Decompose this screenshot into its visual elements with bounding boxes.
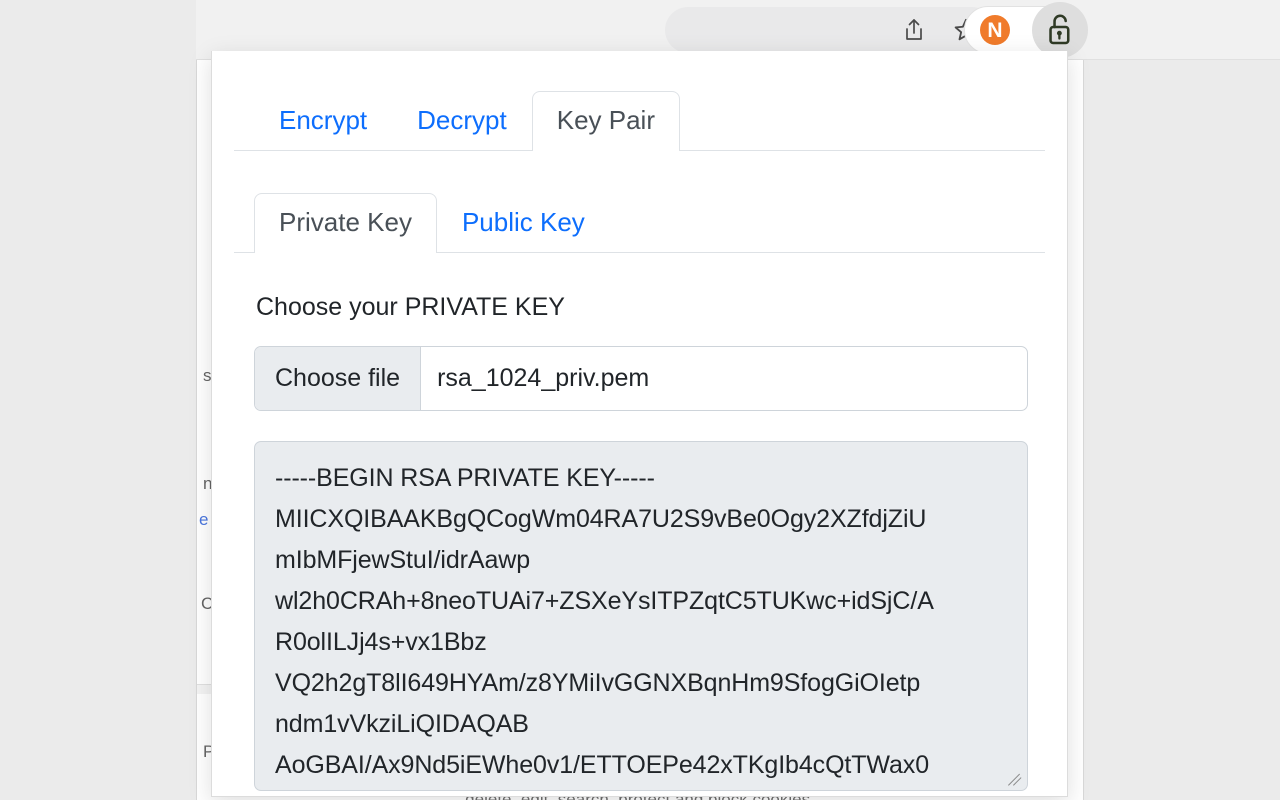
key-line: R0olILJj4s+vx1Bbz <box>275 628 487 656</box>
background-link-fragment[interactable]: e <box>199 510 208 530</box>
tab-public-key[interactable]: Public Key <box>437 193 610 252</box>
omnibox-trailing-actions <box>665 7 995 53</box>
private-key-textarea[interactable]: -----BEGIN RSA PRIVATE KEY----- MIICXQIB… <box>254 441 1028 791</box>
norton-extension-icon[interactable]: N <box>979 14 1011 46</box>
private-key-panel: Choose your PRIVATE KEY Choose file rsa_… <box>234 293 1045 791</box>
share-icon[interactable] <box>899 15 929 45</box>
tab-encrypt[interactable]: Encrypt <box>254 91 392 150</box>
selected-file-name: rsa_1024_priv.pem <box>437 364 650 392</box>
key-line: AoGBAI/Ax9Nd5iEWhe0v1/ETTOEPe42xTKgIb4cQ… <box>275 751 930 779</box>
tab-private-key[interactable]: Private Key <box>254 193 437 253</box>
popup-content: Encrypt Decrypt Key Pair Private Key Pub… <box>212 51 1067 791</box>
key-line: mIbMFjewStuI/idrAawp <box>275 546 531 574</box>
key-line: wl2h0CRAh+8neoTUAi7+ZSXeYsITPZqtC5TUKwc+… <box>275 587 934 615</box>
private-key-label: Choose your PRIVATE KEY <box>256 293 565 321</box>
tab-decrypt[interactable]: Decrypt <box>392 91 532 150</box>
choose-file-button[interactable]: Choose file <box>255 347 422 410</box>
desktop-backdrop: s n e C P / delete, edit, search, protec… <box>0 0 1280 800</box>
main-tab-bar: Encrypt Decrypt Key Pair <box>234 73 1045 151</box>
key-line: ndm1vVkziLiQIDAQAB <box>275 710 529 738</box>
textarea-resize-handle[interactable] <box>1006 769 1024 787</box>
tab-key-pair[interactable]: Key Pair <box>531 91 680 151</box>
extension-popup: Encrypt Decrypt Key Pair Private Key Pub… <box>211 51 1068 797</box>
key-line: VQ2h2gT8lI649HYAm/z8YMiIvGGNXBqnHm9SfogG… <box>275 669 921 697</box>
key-line: -----BEGIN RSA PRIVATE KEY----- <box>275 464 655 492</box>
key-line: MIICXQIBAAKBgQCogWm04RA7U2S9vBe0Ogy2XZfd… <box>275 505 927 533</box>
private-key-file-input[interactable]: Choose file rsa_1024_priv.pem <box>254 346 1028 411</box>
open-padlock-icon[interactable] <box>1032 2 1088 58</box>
key-type-tab-bar: Private Key Public Key <box>234 173 1045 253</box>
norton-logo-letter: N <box>980 15 1010 45</box>
